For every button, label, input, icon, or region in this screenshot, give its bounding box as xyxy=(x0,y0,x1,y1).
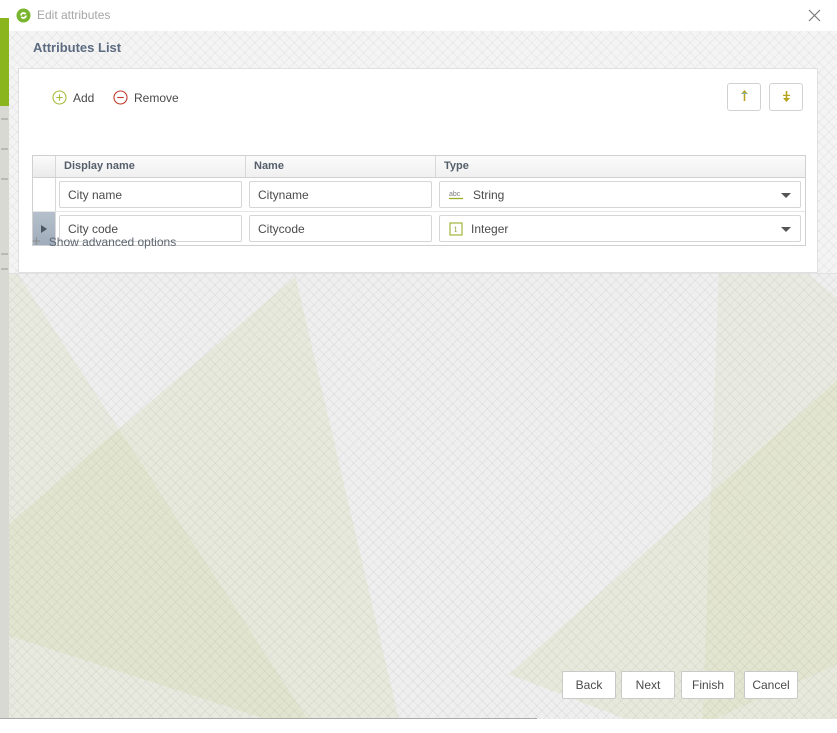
grid-header-selector-cell xyxy=(33,156,56,177)
show-advanced-options-label: Show advanced options xyxy=(48,235,177,249)
type-value-1: String xyxy=(473,187,505,202)
back-button[interactable]: Back xyxy=(562,671,616,699)
name-input-1[interactable] xyxy=(249,181,432,208)
row-pointer-icon xyxy=(41,224,47,233)
next-button[interactable]: Next xyxy=(621,671,675,699)
display-name-input-1[interactable] xyxy=(59,181,242,208)
table-row: abc String xyxy=(33,178,805,211)
plus-circle-icon xyxy=(52,90,67,105)
chevron-down-icon xyxy=(781,192,791,198)
name-input-2[interactable] xyxy=(249,215,432,242)
background-app-tick xyxy=(1,118,8,120)
cell-display-name-1 xyxy=(56,178,246,211)
remove-button-label: Remove xyxy=(134,90,179,105)
minus-circle-icon xyxy=(113,90,128,105)
header-band: Attributes List Add Remove Display name … xyxy=(9,31,837,274)
move-down-button[interactable] xyxy=(769,83,803,111)
add-button[interactable]: Add xyxy=(52,90,94,105)
remove-button[interactable]: Remove xyxy=(113,90,179,105)
background-app-tick xyxy=(1,178,8,180)
integer-one-icon: 1 xyxy=(449,221,463,236)
window-titlebar: Edit attributes xyxy=(9,0,837,32)
dialog-footer: Back Next Finish Cancel xyxy=(9,671,837,717)
cell-name-1 xyxy=(246,178,436,211)
background-app-white-block xyxy=(0,0,9,18)
bottom-edge-strip xyxy=(0,719,837,733)
cancel-button[interactable]: Cancel xyxy=(744,671,798,699)
decorative-wedge xyxy=(508,300,837,733)
dialog-content-area: Attributes List Add Remove Display name … xyxy=(9,31,837,733)
move-up-button[interactable] xyxy=(727,83,761,111)
cell-type-2: 1 Integer xyxy=(436,212,805,245)
close-icon[interactable] xyxy=(791,0,837,31)
add-button-label: Add xyxy=(73,90,95,105)
column-header-display-name[interactable]: Display name xyxy=(56,156,246,177)
cell-name-2 xyxy=(246,212,436,245)
svg-text:abc: abc xyxy=(449,191,461,198)
grid-header-row: Display name Name Type xyxy=(33,156,805,178)
page-title: Attributes List xyxy=(33,40,122,55)
type-dropdown-2[interactable]: 1 Integer xyxy=(439,215,801,242)
type-dropdown-1[interactable]: abc String xyxy=(439,181,801,208)
abc-string-icon: abc xyxy=(449,188,465,202)
column-header-name[interactable]: Name xyxy=(246,156,436,177)
svg-text:1: 1 xyxy=(454,225,458,234)
plus-icon: + xyxy=(32,233,41,250)
background-app-tick xyxy=(1,253,8,255)
panel-toolbar: Add Remove xyxy=(19,69,817,129)
edit-attributes-window: Edit attributes Attributes List Add Remo… xyxy=(9,0,837,733)
arrow-down-icon xyxy=(781,89,792,106)
attributes-panel: Add Remove Display name Name Type City n… xyxy=(18,68,818,273)
decorative-wedge xyxy=(9,219,313,733)
background-app-tick xyxy=(1,148,8,150)
window-title: Edit attributes xyxy=(37,8,111,22)
row-selector-1[interactable] xyxy=(33,178,56,211)
background-window-bottom-border xyxy=(0,718,537,719)
attributes-grid: Display name Name Type City name Citynam… xyxy=(32,155,806,246)
arrow-up-icon xyxy=(739,89,750,106)
chevron-down-icon xyxy=(781,226,791,232)
decorative-wedge xyxy=(9,196,543,733)
finish-button[interactable]: Finish xyxy=(681,671,735,699)
app-green-circle-icon xyxy=(16,8,31,23)
type-value-2: Integer xyxy=(471,221,509,236)
show-advanced-options-link[interactable]: + Show advanced options xyxy=(32,233,177,250)
background-app-green-sidebar xyxy=(0,18,9,106)
background-app-tick xyxy=(1,268,8,270)
column-header-type[interactable]: Type xyxy=(436,156,805,177)
cell-type-1: abc String xyxy=(436,178,805,211)
